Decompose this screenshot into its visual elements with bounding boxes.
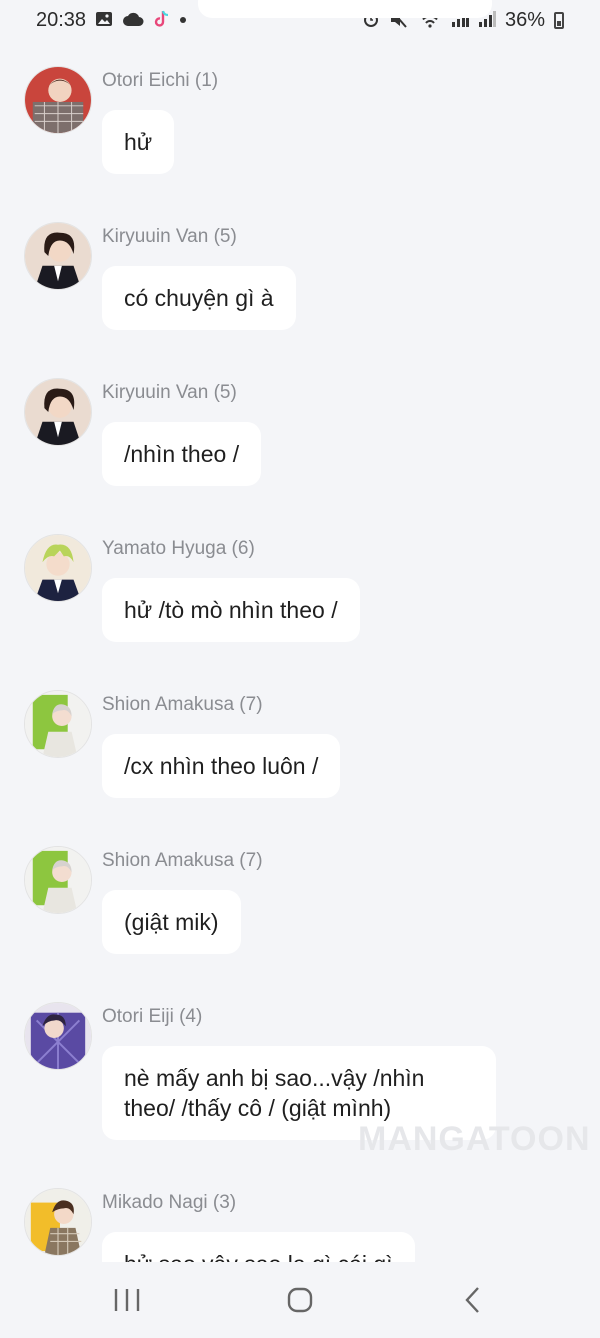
chat-message: Otori Eiji (4) nè mấy anh bị sao...vậy /… bbox=[0, 1002, 600, 1188]
recent-apps-button[interactable] bbox=[97, 1275, 157, 1325]
avatar[interactable] bbox=[24, 534, 92, 602]
avatar[interactable] bbox=[24, 1188, 92, 1256]
chat-list[interactable]: Otori Eichi (1) hử Kiryuuin Van (5) có c… bbox=[0, 40, 600, 1262]
watermark: MANGATOON bbox=[358, 1120, 591, 1158]
message-bubble[interactable]: /nhìn theo / bbox=[102, 422, 262, 486]
sender-name: Kiryuuin Van (5) bbox=[102, 382, 237, 403]
avatar-green-hair-icon bbox=[25, 535, 91, 601]
message-bubble[interactable]: hử /tò mò nhìn theo / bbox=[102, 578, 360, 642]
navigation-bar bbox=[0, 1262, 600, 1338]
avatar[interactable] bbox=[24, 222, 92, 290]
message-bubble[interactable]: (giật mik) bbox=[102, 890, 241, 954]
avatar[interactable] bbox=[24, 378, 92, 446]
home-icon bbox=[287, 1287, 313, 1313]
avatar[interactable] bbox=[24, 690, 92, 758]
sender-name: Shion Amakusa (7) bbox=[102, 694, 263, 715]
message-bubble[interactable]: /cx nhìn theo luôn / bbox=[102, 734, 341, 798]
sender-name: Yamato Hyuga (6) bbox=[102, 538, 255, 559]
gallery-icon bbox=[95, 10, 113, 31]
sender-name: Otori Eichi (1) bbox=[102, 70, 219, 91]
tiktok-icon bbox=[153, 9, 171, 32]
sender-name: Mikado Nagi (3) bbox=[102, 1192, 237, 1213]
chat-message: Yamato Hyuga (6) hử /tò mò nhìn theo / bbox=[0, 534, 600, 690]
chat-message: Kiryuuin Van (5) có chuyện gì à bbox=[0, 222, 600, 378]
back-chevron-icon bbox=[465, 1287, 480, 1313]
avatar[interactable] bbox=[24, 1002, 92, 1070]
back-button[interactable] bbox=[443, 1275, 503, 1325]
status-bar: 20:38 36% bbox=[0, 0, 600, 40]
status-time: 20:38 bbox=[36, 8, 87, 31]
avatar-lime-bg-icon bbox=[25, 691, 91, 757]
home-button[interactable] bbox=[270, 1275, 330, 1325]
message-bubble[interactable]: hử sao vậy sao lạ gì cái gì bbox=[102, 1232, 415, 1262]
battery-percent: 36% bbox=[504, 8, 545, 31]
message-bubble[interactable]: hử bbox=[102, 110, 175, 174]
avatar-purple-icon bbox=[25, 1003, 91, 1069]
cloud-icon bbox=[122, 11, 144, 30]
message-bubble[interactable]: có chuyện gì à bbox=[102, 266, 296, 330]
status-left: 20:38 bbox=[36, 8, 187, 32]
notification-dot bbox=[180, 17, 187, 23]
avatar-lime-bg-icon bbox=[25, 847, 91, 913]
avatar-red-plaid-icon bbox=[25, 67, 91, 133]
battery-icon bbox=[554, 11, 564, 29]
chat-message: Shion Amakusa (7) /cx nhìn theo luôn / bbox=[0, 690, 600, 846]
sender-name: Shion Amakusa (7) bbox=[102, 850, 263, 871]
chat-message: Mikado Nagi (3) hử sao vậy sao lạ gì cái… bbox=[0, 1188, 600, 1262]
avatar-dark-hair-icon bbox=[25, 223, 91, 289]
sender-name: Kiryuuin Van (5) bbox=[102, 226, 237, 247]
avatar[interactable] bbox=[24, 846, 92, 914]
avatar[interactable] bbox=[24, 66, 92, 134]
chat-message: Kiryuuin Van (5) /nhìn theo / bbox=[0, 378, 600, 534]
cut-off-bubble bbox=[198, 0, 492, 18]
sender-name: Otori Eiji (4) bbox=[102, 1006, 203, 1027]
chat-message: Otori Eichi (1) hử bbox=[0, 66, 600, 222]
avatar-yellow-icon bbox=[25, 1189, 91, 1255]
recent-apps-icon bbox=[114, 1289, 139, 1311]
chat-message: Shion Amakusa (7) (giật mik) bbox=[0, 846, 600, 1002]
avatar-dark-hair-icon bbox=[25, 379, 91, 445]
